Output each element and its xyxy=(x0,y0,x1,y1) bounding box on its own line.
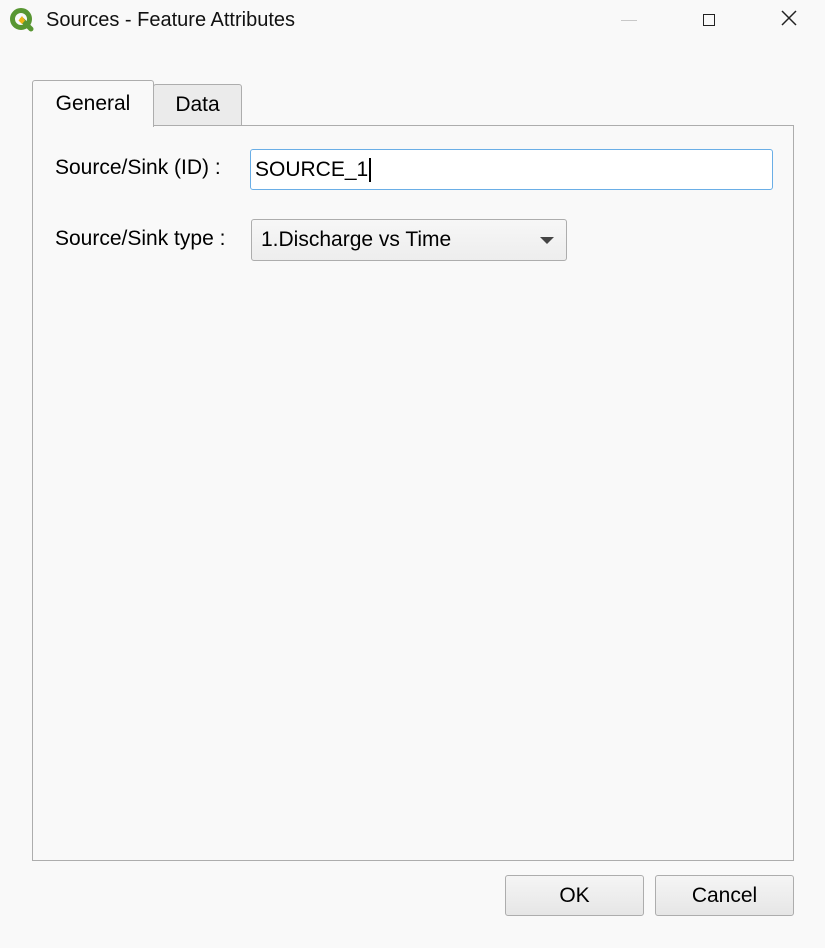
tab-data[interactable]: Data xyxy=(153,84,242,126)
chevron-down-icon xyxy=(540,237,554,244)
window-title: Sources - Feature Attributes xyxy=(46,9,296,31)
text-caret xyxy=(369,157,371,182)
ok-button[interactable]: OK xyxy=(505,875,644,916)
minimize-button[interactable] xyxy=(589,0,669,40)
source-sink-id-value: SOURCE_1 xyxy=(255,157,369,181)
source-sink-id-label: Source/Sink (ID) : xyxy=(55,156,221,179)
cancel-button[interactable]: Cancel xyxy=(655,875,794,916)
tab-general[interactable]: General xyxy=(32,80,154,127)
source-sink-type-label: Source/Sink type : xyxy=(55,227,226,250)
close-icon xyxy=(780,9,798,32)
close-button[interactable] xyxy=(749,0,825,40)
title-bar[interactable]: Sources - Feature Attributes xyxy=(0,0,825,40)
feature-attributes-dialog: Sources - Feature Attributes General Dat… xyxy=(0,0,825,948)
source-sink-id-input[interactable]: SOURCE_1 xyxy=(250,149,773,190)
source-sink-type-dropdown[interactable]: 1.Discharge vs Time xyxy=(251,219,567,261)
qgis-logo-icon xyxy=(9,7,35,33)
minimize-icon xyxy=(621,19,637,21)
source-sink-type-value: 1.Discharge vs Time xyxy=(261,228,452,251)
maximize-icon xyxy=(703,14,715,26)
maximize-button[interactable] xyxy=(669,0,749,40)
general-tab-panel: Source/Sink (ID) : SOURCE_1 Source/Sink … xyxy=(32,125,794,861)
